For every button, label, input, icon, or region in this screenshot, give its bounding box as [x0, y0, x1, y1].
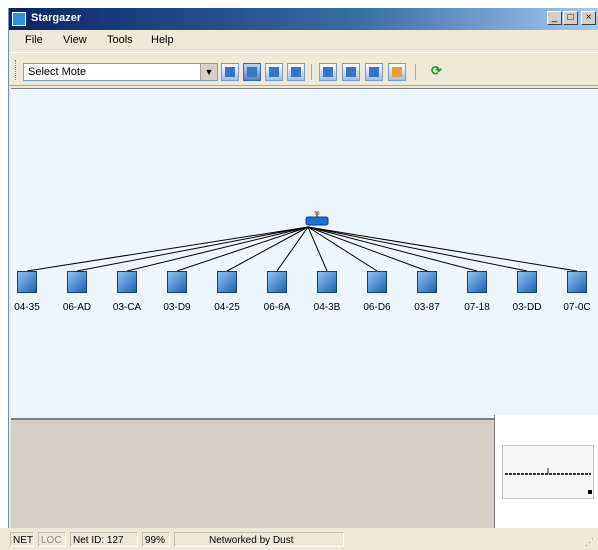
mote-icon[interactable] [417, 271, 437, 293]
overview-panel[interactable] [494, 415, 598, 529]
mote-link [307, 226, 578, 272]
stats-button[interactable] [388, 63, 406, 81]
toolbar-grip[interactable] [15, 60, 19, 80]
mote-label: 04-25 [214, 302, 240, 313]
status-net-id: Net ID: 127 [70, 532, 138, 547]
mote-icon[interactable] [67, 271, 87, 293]
mote-label: 03-CA [112, 302, 142, 313]
zoom-fit-icon [369, 67, 379, 77]
zoom-in-button[interactable] [319, 63, 337, 81]
mote-icon[interactable] [17, 271, 37, 293]
mote-link [126, 226, 309, 272]
status-net: NET [10, 532, 34, 547]
mote-label: 06-AD [62, 302, 92, 313]
minimize-button[interactable]: _ [547, 11, 562, 25]
path-view-button[interactable] [265, 63, 283, 81]
mote-icon[interactable] [267, 271, 287, 293]
window-title: Stargazer [31, 12, 82, 24]
menu-bar: File View Tools Help [9, 30, 598, 50]
mote-label: 07-18 [464, 302, 490, 313]
status-percent: 99% [142, 532, 170, 547]
zoom-in-icon [323, 67, 333, 77]
path-view-icon [269, 67, 279, 77]
view-mode-button[interactable] [221, 63, 239, 81]
stats-icon [392, 67, 402, 77]
mote-label: 06-D6 [363, 302, 391, 313]
mote-link [307, 226, 478, 272]
mote-link [307, 226, 528, 272]
status-loc: LOC [38, 532, 66, 547]
mote-label: 03-DD [512, 302, 542, 313]
wireless-access-point-icon[interactable] [304, 211, 332, 227]
toolbar-separator [311, 64, 312, 80]
status-bar: NET LOC Net ID: 127 99% Networked by Dus… [0, 528, 598, 550]
mote-icon[interactable] [217, 271, 237, 293]
title-bar[interactable]: Stargazer _ □ × [9, 8, 598, 30]
view-mode-icon [225, 67, 235, 77]
mote-view-icon [247, 67, 257, 77]
mote-select-value: Select Mote [28, 66, 87, 78]
mote-label: 06-6A [263, 302, 291, 313]
menu-view[interactable]: View [63, 34, 87, 46]
mote-icon[interactable] [117, 271, 137, 293]
close-button[interactable]: × [581, 11, 596, 25]
overview-thumbnail [502, 445, 594, 499]
network-view-button[interactable] [287, 63, 305, 81]
mote-link [26, 226, 309, 272]
toolbar: Select Mote ▼ ⟳ [9, 52, 598, 86]
menu-help[interactable]: Help [151, 34, 174, 46]
mote-icon[interactable] [467, 271, 487, 293]
zoom-fit-button[interactable] [365, 63, 383, 81]
network-links [26, 226, 578, 272]
menu-tools[interactable]: Tools [107, 34, 133, 46]
mote-label: 03-87 [414, 302, 440, 313]
mote-link [176, 226, 309, 272]
mote-label: 03-D9 [163, 302, 191, 313]
zoom-out-button[interactable] [342, 63, 360, 81]
mote-icon[interactable] [167, 271, 187, 293]
mote-icon[interactable] [517, 271, 537, 293]
app-icon [12, 12, 26, 26]
mote-label: 04-35 [14, 302, 40, 313]
mote-icon[interactable] [317, 271, 337, 293]
network-canvas[interactable]: 04-35 06-AD 03-CA 03-D9 04-25 06-6A 04-3B 06-D6… [11, 88, 598, 419]
refresh-icon[interactable]: ⟳ [431, 63, 442, 79]
mote-view-button[interactable] [243, 63, 261, 81]
maximize-button[interactable]: □ [563, 11, 578, 25]
network-view-icon [291, 67, 301, 77]
mote-label: 04-3B [313, 302, 341, 313]
mote-icon[interactable] [567, 271, 587, 293]
toolbar-separator [415, 64, 416, 80]
mote-link [76, 226, 309, 272]
mote-select[interactable]: Select Mote ▼ [23, 63, 218, 81]
mote-icon[interactable] [367, 271, 387, 293]
chevron-down-icon[interactable]: ▼ [200, 64, 217, 80]
zoom-out-icon [346, 67, 356, 77]
mote-label: 07-0C [563, 302, 591, 313]
resize-grip-icon[interactable]: ⋰ [585, 537, 594, 548]
status-message: Networked by Dust [174, 532, 344, 547]
menu-file[interactable]: File [25, 34, 43, 46]
